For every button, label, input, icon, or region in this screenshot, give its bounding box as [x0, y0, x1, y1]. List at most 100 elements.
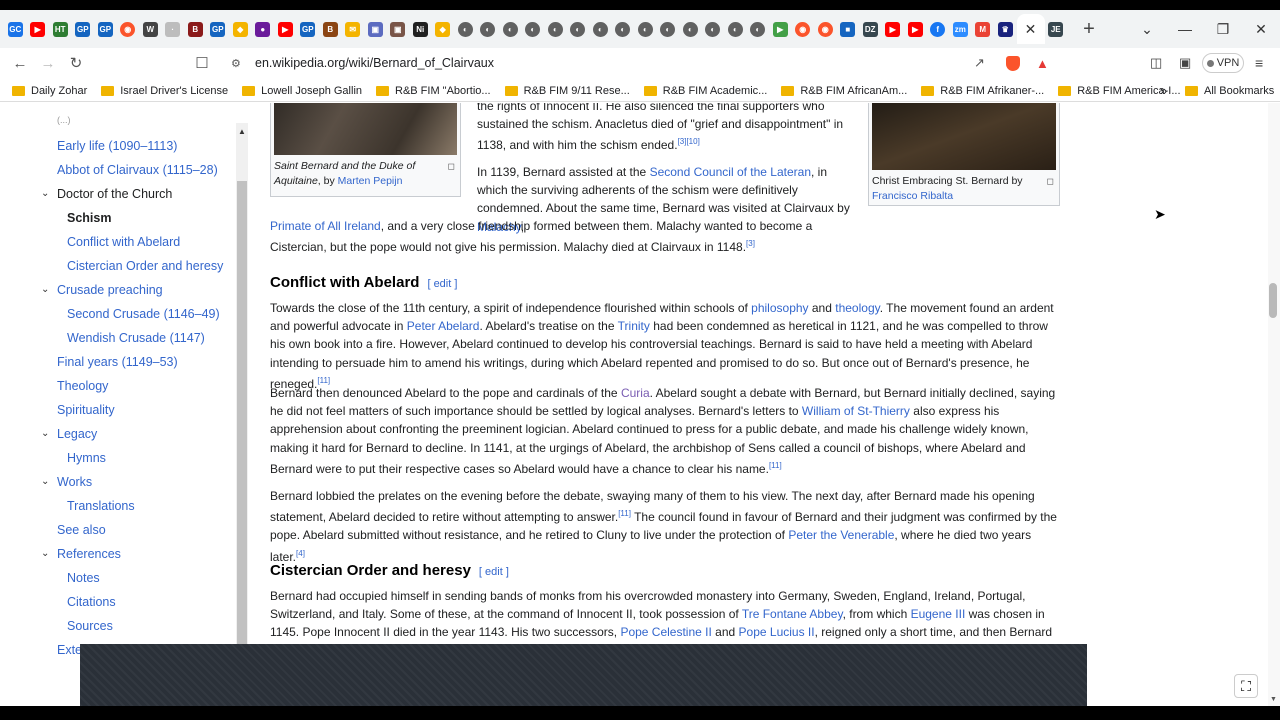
- citation-ref[interactable]: [11]: [769, 461, 782, 470]
- restore-button[interactable]: ❐: [1204, 21, 1242, 38]
- painting-image[interactable]: [872, 103, 1056, 170]
- fullscreen-icon[interactable]: ⛶: [1234, 674, 1258, 698]
- article-link[interactable]: Pope Celestine II: [620, 625, 711, 639]
- browser-tab[interactable]: ◆: [432, 14, 455, 44]
- browser-tab[interactable]: B: [184, 14, 207, 44]
- citation-ref[interactable]: [3]: [746, 239, 755, 248]
- toc-item-theology[interactable]: Theology: [57, 379, 108, 393]
- minimize-button[interactable]: —: [1166, 21, 1204, 37]
- toc-item-abbot[interactable]: Abbot of Clairvaux (1115–28): [57, 163, 218, 177]
- citation-ref[interactable]: [3][10]: [678, 137, 700, 146]
- share-icon[interactable]: ↗: [974, 55, 985, 71]
- browser-tab[interactable]: ♛: [994, 14, 1017, 44]
- browser-tab[interactable]: ✉: [342, 14, 365, 44]
- reload-button[interactable]: ↻: [62, 54, 90, 72]
- browser-tab[interactable]: ◐: [612, 14, 635, 44]
- bookmark-item[interactable]: R&B FIM Academic...: [643, 85, 767, 97]
- menu-icon[interactable]: ≡: [1255, 55, 1263, 71]
- browser-tab[interactable]: ▶: [904, 14, 927, 44]
- browser-tab[interactable]: GP: [207, 14, 230, 44]
- browser-tab[interactable]: ◐: [702, 14, 725, 44]
- browser-tab[interactable]: HT: [49, 14, 72, 44]
- bookmark-item[interactable]: R&B FIM "Abortio...: [376, 85, 491, 97]
- browser-tab[interactable]: zm: [949, 14, 972, 44]
- toc-item-schism-active[interactable]: Schism: [67, 211, 111, 225]
- browser-tab[interactable]: GC: [4, 14, 27, 44]
- browser-tab[interactable]: ◐: [679, 14, 702, 44]
- toc-scroll-up-icon[interactable]: ▲: [238, 127, 246, 136]
- article-link[interactable]: Peter Abelard: [407, 319, 480, 333]
- toc-item-final-years[interactable]: Final years (1149–53): [57, 355, 178, 369]
- brave-shield-icon[interactable]: [1006, 55, 1020, 71]
- browser-tab[interactable]: ◆: [229, 14, 252, 44]
- browser-tab[interactable]: ◉: [814, 14, 837, 44]
- toc-item-references[interactable]: References: [57, 547, 121, 561]
- tab-search-icon[interactable]: ⌄: [1128, 21, 1166, 38]
- toc-item-notes[interactable]: Notes: [67, 571, 100, 585]
- url-text[interactable]: en.wikipedia.org/wiki/Bernard_of_Clairva…: [255, 56, 494, 70]
- enlarge-icon[interactable]: ◻: [448, 159, 455, 174]
- bookmark-page-icon[interactable]: ☐: [188, 54, 216, 72]
- browser-tab[interactable]: ◐: [724, 14, 747, 44]
- browser-tab[interactable]: ◐: [454, 14, 477, 44]
- close-window-button[interactable]: ✕: [1242, 21, 1280, 38]
- site-info-icon[interactable]: ⚙: [231, 57, 241, 70]
- toc-item-see-also[interactable]: See also: [57, 523, 106, 537]
- article-link[interactable]: Primate of All Ireland: [270, 219, 381, 233]
- toc-item-works[interactable]: Works: [57, 475, 92, 489]
- new-tab-button[interactable]: +: [1077, 18, 1101, 41]
- browser-tab[interactable]: B: [319, 14, 342, 44]
- bookmark-item[interactable]: R&B FIM Afrikaner-...: [921, 85, 1044, 97]
- browser-tab[interactable]: ▶: [27, 14, 50, 44]
- bookmark-item[interactable]: Israel Driver's License: [101, 85, 228, 97]
- browser-tab[interactable]: M: [972, 14, 995, 44]
- page-scrollbar-track[interactable]: [1268, 103, 1280, 706]
- browser-tab[interactable]: ▣: [387, 14, 410, 44]
- browser-tab[interactable]: ◐: [657, 14, 680, 44]
- article-link[interactable]: Second Council of the Lateran: [650, 165, 811, 179]
- active-tab[interactable]: ✕: [1016, 14, 1045, 44]
- wallet-icon[interactable]: ▣: [1179, 55, 1191, 71]
- more-bookmarks-button[interactable]: »: [1160, 83, 1167, 98]
- toc-item-early-life[interactable]: Early life (1090–1113): [57, 139, 177, 153]
- toc-item-external[interactable]: Exte: [57, 643, 82, 657]
- toc-item-sources[interactable]: Sources: [67, 619, 113, 633]
- sidebar-toggle-icon[interactable]: ◫: [1150, 55, 1162, 71]
- browser-tab[interactable]: GP: [94, 14, 117, 44]
- browser-tab[interactable]: ◐: [589, 14, 612, 44]
- toc-item-legacy[interactable]: Legacy: [57, 427, 97, 441]
- browser-tab[interactable]: ◐: [477, 14, 500, 44]
- browser-tab[interactable]: GP: [72, 14, 95, 44]
- browser-tab[interactable]: JE: [1045, 14, 1068, 44]
- browser-tab[interactable]: ■: [837, 14, 860, 44]
- toc-item-partial[interactable]: (...): [57, 115, 71, 125]
- page-scrollbar-thumb[interactable]: [1269, 283, 1277, 318]
- toc-item-translations[interactable]: Translations: [67, 499, 135, 513]
- back-button[interactable]: ←: [6, 55, 34, 72]
- toc-item-hymns[interactable]: Hymns: [67, 451, 106, 465]
- bookmark-item[interactable]: R&B FIM AfricanAm...: [781, 85, 907, 97]
- browser-tab[interactable]: ◐: [567, 14, 590, 44]
- browser-tab[interactable]: Ni: [409, 14, 432, 44]
- browser-tab[interactable]: f: [927, 14, 950, 44]
- close-tab-icon[interactable]: ✕: [1025, 21, 1037, 38]
- browser-tab[interactable]: ▶: [769, 14, 792, 44]
- edit-link[interactable]: [ edit ]: [479, 566, 509, 578]
- citation-ref[interactable]: [11]: [618, 509, 631, 518]
- toc-item-doctor[interactable]: Doctor of the Church: [57, 187, 172, 201]
- article-link[interactable]: Tre Fontane Abbey: [742, 607, 843, 621]
- browser-tab[interactable]: ▶: [274, 14, 297, 44]
- all-bookmarks-folder[interactable]: All Bookmarks: [1185, 85, 1274, 97]
- browser-tab[interactable]: ◐: [747, 14, 770, 44]
- caption-link[interactable]: Francisco Ribalta: [872, 190, 953, 202]
- article-link[interactable]: theology: [835, 301, 879, 315]
- chevron-down-icon[interactable]: ⌄: [41, 548, 49, 559]
- browser-tab[interactable]: ◉: [792, 14, 815, 44]
- article-link[interactable]: Curia: [621, 386, 650, 400]
- toc-item-cistercian[interactable]: Cistercian Order and heresy: [67, 259, 223, 273]
- toc-item-citations[interactable]: Citations: [67, 595, 116, 609]
- article-link[interactable]: William of St-Thierry: [802, 404, 910, 418]
- citation-ref[interactable]: [4]: [296, 549, 305, 558]
- toc-item-crusade[interactable]: Crusade preaching: [57, 283, 163, 297]
- article-link[interactable]: Peter the Venerable: [788, 528, 894, 542]
